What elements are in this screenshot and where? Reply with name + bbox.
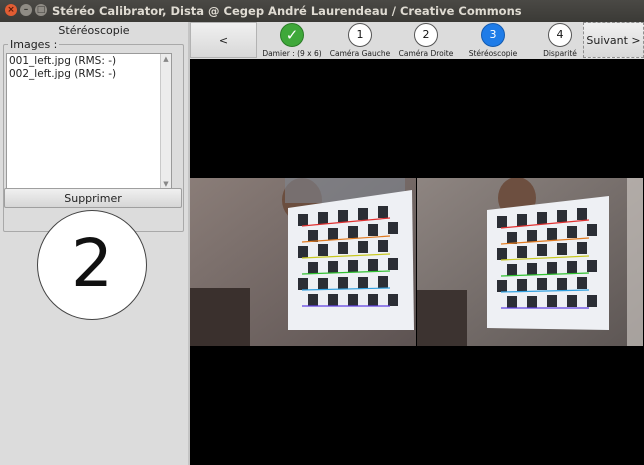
step-label: Stéréoscopie: [468, 49, 518, 58]
step-label: Damier : (9 x 6): [262, 49, 322, 58]
list-item[interactable]: 001_left.jpg (RMS: -): [7, 54, 171, 67]
checkerboard-image: [190, 178, 416, 346]
step-number: 3: [481, 23, 505, 47]
panel-title: Stéréoscopie: [58, 24, 130, 37]
check-icon: ✓: [280, 23, 304, 47]
step-number: 4: [548, 23, 572, 47]
previous-button[interactable]: < Précédent: [190, 22, 257, 83]
next-button[interactable]: Suivant >: [583, 22, 644, 58]
delete-button[interactable]: Supprimer: [4, 188, 182, 208]
triangle-down-icon[interactable]: ▼: [162, 180, 170, 188]
list-item[interactable]: 002_left.jpg (RMS: -): [7, 67, 171, 80]
images-list[interactable]: 001_left.jpg (RMS: -) 002_left.jpg (RMS:…: [6, 53, 172, 190]
window-title: Stéréo Calibrator, Dista @ Cegep André L…: [52, 4, 522, 18]
step-number: 2: [414, 23, 438, 47]
maximize-window-icon[interactable]: □: [35, 4, 47, 16]
current-step-indicator: 2: [37, 210, 147, 320]
window-title-bar: × – □ Stéréo Calibrator, Dista @ Cegep A…: [0, 0, 644, 22]
right-camera-image: [417, 178, 643, 346]
minimize-window-icon[interactable]: –: [20, 4, 32, 16]
stereo-image-viewer: [190, 59, 644, 465]
step-left-camera: 1 Caméra Gauche: [325, 22, 395, 59]
step-number: 1: [348, 23, 372, 47]
triangle-up-icon[interactable]: ▲: [162, 55, 170, 63]
step-label: Caméra Droite: [398, 49, 454, 58]
step-label: Caméra Gauche: [329, 49, 391, 58]
wizard-bar: < Précédent ✓ Damier : (9 x 6) 1 Caméra …: [190, 22, 644, 83]
left-panel: Stéréoscopie 001_left.jpg (RMS: -) 002_l…: [0, 22, 188, 465]
images-label: Images :: [8, 38, 60, 51]
checkerboard-image: [417, 178, 643, 346]
left-camera-image: [190, 178, 416, 346]
images-groupbox: 001_left.jpg (RMS: -) 002_left.jpg (RMS:…: [3, 44, 184, 232]
list-scrollbar[interactable]: ▲ ▼: [160, 54, 171, 189]
step-checkerboard: ✓ Damier : (9 x 6): [257, 22, 327, 59]
close-window-icon[interactable]: ×: [5, 4, 17, 16]
step-right-camera: 2 Caméra Droite: [391, 22, 461, 59]
step-stereoscopy: 3 Stéréoscopie: [458, 22, 528, 59]
